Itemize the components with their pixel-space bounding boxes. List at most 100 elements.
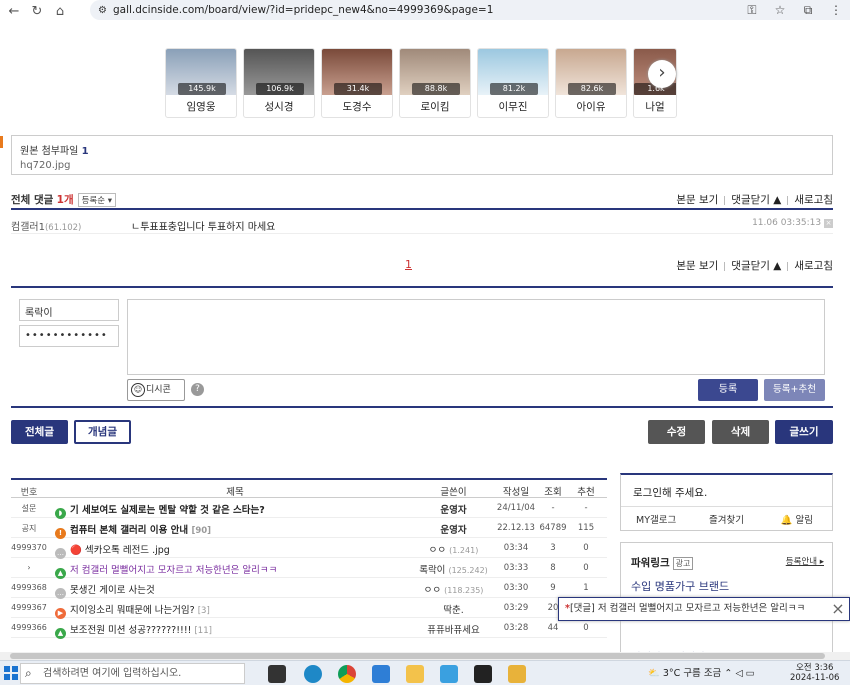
header-no: 번호: [20, 488, 38, 498]
celeb-count: 31.4k: [334, 83, 382, 95]
side-marker: [0, 136, 3, 148]
comment-page-1[interactable]: 1: [405, 258, 412, 271]
chevron-right-icon[interactable]: ›: [648, 60, 676, 88]
row-writer[interactable]: 퓨퓨바퓨세요: [416, 622, 491, 636]
site-info-icon[interactable]: ⚙: [98, 5, 107, 16]
all-posts-button[interactable]: 전체글: [11, 420, 68, 444]
register-guide-link[interactable]: 등록안내 ▸: [786, 555, 824, 567]
extensions-icon[interactable]: ⧉: [794, 3, 822, 18]
close-comments-link-2[interactable]: 댓글닫기 ▲: [731, 260, 781, 272]
current-icon: ▲: [55, 628, 66, 639]
system-tray[interactable]: ⛅ 3°C 구름 조금 ⌃ ◁ ▭: [648, 661, 755, 685]
notification-link[interactable]: 🔔 알림: [762, 512, 832, 526]
weather-text: 3°C 구름 조금: [662, 668, 722, 679]
row-writer[interactable]: ㅇㅇ (1.241): [416, 542, 491, 556]
row-writer[interactable]: 운영자: [416, 502, 491, 516]
write-button[interactable]: 글쓰기: [775, 420, 833, 444]
mygallog-link[interactable]: MY갤로그: [621, 512, 691, 526]
mail-icon[interactable]: [372, 665, 390, 683]
celeb-card[interactable]: 82.6k 아이유: [555, 48, 627, 118]
notification-toast[interactable]: *[댓글] 저 컴갤러 멀뻘어지고 모자르고 저능한년은 알리ㅋㅋ ×: [558, 597, 850, 621]
row-title[interactable]: ▲ 저 컴갤러 멀뻘어지고 모자르고 저능한년은 알리ㅋㅋ: [55, 562, 415, 579]
attachment-box: 원본 첨부파일 1 hq720.jpg: [11, 135, 833, 175]
row-writer[interactable]: 운영자: [416, 522, 491, 536]
app-icon[interactable]: [440, 665, 458, 683]
table-row: 4999368 … 못생긴 게이로 사는것 ㅇㅇ (118.235) 03:30 9 1: [11, 578, 607, 599]
row-number: 설문: [21, 504, 37, 513]
task-view-icon[interactable]: [268, 665, 286, 683]
row-title[interactable]: ! 컴퓨터 본체 갤러리 이용 안내 [90]: [55, 522, 415, 539]
attachment-label: 원본 첨부파일: [20, 146, 79, 157]
comment-textarea[interactable]: [127, 299, 825, 375]
celeb-card[interactable]: 31.4k 도경수: [321, 48, 393, 118]
header-title: 제목: [226, 487, 244, 498]
submit-recommend-button[interactable]: 등록+추천: [764, 379, 825, 401]
taskbar-search[interactable]: ⌕ 검색하려면 여기에 입력하십시오.: [20, 663, 245, 684]
explorer-icon[interactable]: [406, 665, 424, 683]
row-title[interactable]: ▲ 보조전원 미션 성공??????!!!! [11]: [55, 622, 415, 639]
submit-button[interactable]: 등록: [698, 379, 758, 401]
star-icon[interactable]: ☆: [766, 3, 794, 17]
comment-nick[interactable]: 컴갤러1(61.102): [11, 218, 81, 233]
edit-button[interactable]: 수정: [648, 420, 705, 444]
security-icon[interactable]: [474, 665, 492, 683]
comment-sort-select[interactable]: 등록순 ▾: [77, 193, 117, 207]
row-writer[interactable]: ㅇㅇ (118.235): [416, 582, 491, 596]
celeb-card[interactable]: 106.9k 성시경: [243, 48, 315, 118]
header-writer: 글쓴이: [440, 487, 467, 498]
celeb-name: 로이킴: [420, 101, 450, 113]
password-input[interactable]: ••••••••••••: [19, 325, 119, 347]
comment-text: ㄴ투표표충입니다 투표하지 마세요: [131, 222, 276, 233]
row-title[interactable]: … 못생긴 게이로 사는것: [55, 582, 415, 599]
edge-icon[interactable]: [304, 665, 322, 683]
windows-start-icon[interactable]: [4, 666, 18, 680]
close-comments-link[interactable]: 댓글닫기 ▲: [731, 194, 781, 206]
url-text[interactable]: gall.dcinside.com/board/view/?id=pridepc…: [113, 4, 493, 16]
browser-toolbar: ← ↻ ⌂ ⚙ gall.dcinside.com/board/view/?id…: [0, 0, 850, 22]
celeb-card[interactable]: 81.2k 이무진: [477, 48, 549, 118]
scroll-thumb[interactable]: [10, 653, 825, 659]
celeb-card[interactable]: 145.9k 임영웅: [165, 48, 237, 118]
row-rec: 0: [583, 543, 589, 553]
help-icon[interactable]: ?: [191, 383, 204, 396]
tray-icons[interactable]: ⌃ ◁ ▭: [724, 668, 754, 679]
clock[interactable]: 오전 3:36 2024-11-06: [790, 663, 839, 683]
celeb-card[interactable]: 88.8k 로이킴: [399, 48, 471, 118]
key-icon[interactable]: ⚿: [738, 3, 766, 18]
back-icon[interactable]: ←: [5, 4, 23, 19]
ad-link-1[interactable]: 수입 명품가구 브랜드: [631, 578, 729, 594]
row-writer[interactable]: 딱춘.: [416, 602, 491, 616]
nickname-input[interactable]: 록락이: [19, 299, 119, 321]
row-writer[interactable]: 록락이 (125.242): [416, 562, 491, 576]
folder-icon[interactable]: [508, 665, 526, 683]
delete-button[interactable]: 삭제: [712, 420, 769, 444]
row-title[interactable]: ▶ 지이잉소리 뭐때문에 나는거임? [3]: [55, 602, 415, 619]
favorites-link[interactable]: 즐겨찾기: [691, 512, 761, 526]
chrome-icon[interactable]: [338, 665, 356, 683]
refresh-link[interactable]: 새로고침: [794, 194, 833, 206]
delete-icon[interactable]: ×: [824, 219, 833, 228]
row-date: 03:30: [503, 583, 529, 593]
home-icon[interactable]: ⌂: [51, 4, 69, 19]
address-bar[interactable]: ⚙ gall.dcinside.com/board/view/?id=pride…: [90, 0, 850, 20]
celeb-count: 106.9k: [256, 83, 304, 95]
reload-icon[interactable]: ↻: [28, 4, 46, 19]
login-prompt[interactable]: 로그인해 주세요.: [633, 485, 707, 500]
dccon-button[interactable]: ☺ 디시콘: [127, 379, 185, 401]
horizontal-scrollbar[interactable]: [0, 652, 850, 660]
menu-icon[interactable]: ⋮: [822, 3, 850, 17]
attachment-file[interactable]: hq720.jpg: [20, 160, 824, 171]
view-post-link-2[interactable]: 본문 보기: [676, 260, 718, 272]
view-post-link[interactable]: 본문 보기: [676, 194, 718, 206]
row-number: 4999368: [11, 583, 47, 592]
close-icon[interactable]: ×: [827, 598, 849, 620]
power-link-title: 파워링크: [631, 557, 670, 569]
row-title[interactable]: ◗ 기 세보여도 실제로는 멘탈 약할 것 같은 스타는?: [55, 502, 415, 519]
row-date: 03:28: [503, 623, 529, 633]
concept-posts-button[interactable]: 개념글: [74, 420, 131, 444]
browser-actions: ⚿ ☆ ⧉ ⋮: [738, 0, 850, 20]
row-title[interactable]: … 🔴 섹카오톡 레전드 .jpg: [55, 542, 415, 559]
refresh-link-2[interactable]: 새로고침: [794, 260, 833, 272]
bell-icon: 🔔: [780, 514, 793, 526]
dccon-icon: ☺: [131, 383, 145, 397]
